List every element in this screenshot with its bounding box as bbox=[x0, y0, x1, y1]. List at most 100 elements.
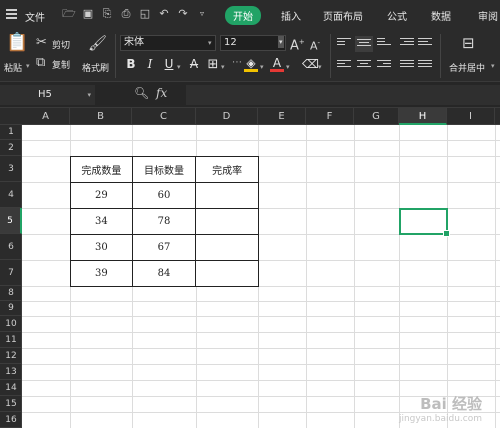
column-header-h[interactable]: H bbox=[399, 108, 447, 125]
font-color-icon[interactable]: A bbox=[270, 57, 284, 72]
cell[interactable] bbox=[195, 182, 259, 209]
more-options-icon[interactable]: ⋯ bbox=[230, 57, 244, 68]
undo-icon[interactable]: ↶ bbox=[157, 7, 171, 21]
row-header-5[interactable]: 5 bbox=[0, 208, 22, 234]
row-header-12[interactable]: 12 bbox=[0, 348, 22, 364]
font-size-select[interactable]: 12 bbox=[220, 35, 286, 51]
tab-formulas[interactable]: 公式 bbox=[387, 8, 407, 23]
selected-cell-h5[interactable] bbox=[399, 208, 450, 237]
header-cell-completed[interactable]: 完成数量 bbox=[70, 156, 133, 183]
column-header-b[interactable]: B bbox=[70, 108, 132, 125]
paste-button[interactable]: 粘贴 bbox=[4, 61, 22, 74]
underline-dropdown-icon[interactable]: ▾ bbox=[177, 63, 181, 71]
tab-insert[interactable]: 插入 bbox=[281, 8, 301, 23]
preview-icon[interactable]: ◱ bbox=[138, 7, 152, 21]
increase-indent-icon[interactable] bbox=[418, 38, 432, 50]
cell[interactable] bbox=[195, 208, 259, 235]
formula-input[interactable] bbox=[186, 85, 500, 105]
border-icon[interactable]: ⊞ bbox=[206, 57, 220, 72]
export-icon[interactable]: ⎘ bbox=[100, 7, 114, 21]
italic-icon[interactable]: I bbox=[143, 57, 157, 71]
row-header-7[interactable]: 7 bbox=[0, 260, 22, 286]
row-header-9[interactable]: 9 bbox=[0, 301, 22, 316]
font-name-dropdown-icon[interactable]: ▾ bbox=[208, 39, 212, 47]
decrease-font-icon[interactable]: A- bbox=[310, 36, 320, 54]
strikethrough-icon[interactable]: A bbox=[187, 57, 201, 71]
column-header-g[interactable]: G bbox=[354, 108, 399, 125]
increase-font-icon[interactable]: A+ bbox=[290, 35, 305, 53]
format-painter-icon[interactable]: 🖌 bbox=[88, 36, 107, 51]
merge-center-button[interactable]: 合并居中 bbox=[449, 61, 485, 74]
row-header-10[interactable]: 10 bbox=[0, 316, 22, 332]
clear-dropdown-icon[interactable]: ▾ bbox=[318, 63, 322, 71]
cell[interactable]: 67 bbox=[131, 234, 197, 261]
column-header-e[interactable]: E bbox=[258, 108, 306, 125]
row-header-15[interactable]: 15 bbox=[0, 396, 22, 412]
decrease-indent-icon[interactable] bbox=[400, 38, 414, 50]
distributed-align-icon[interactable] bbox=[418, 60, 432, 72]
align-top-icon[interactable] bbox=[337, 38, 351, 50]
row-header-6[interactable]: 6 bbox=[0, 234, 22, 260]
redo-icon[interactable]: ↷ bbox=[176, 7, 190, 21]
header-cell-rate[interactable]: 完成率 bbox=[195, 156, 259, 183]
cell[interactable] bbox=[195, 234, 259, 261]
worksheet[interactable]: 完成数量 目标数量 完成率 29 60 34 78 30 67 39 84 Ba… bbox=[22, 125, 500, 428]
row-header-1[interactable]: 1 bbox=[0, 125, 22, 140]
copy-button[interactable]: 复制 bbox=[52, 58, 70, 71]
paste-icon[interactable]: 📋 bbox=[6, 34, 28, 52]
cell[interactable]: 84 bbox=[131, 260, 197, 287]
customize-quick-access-icon[interactable]: ▿ bbox=[195, 7, 209, 21]
clear-format-icon[interactable]: ⌫ bbox=[302, 57, 319, 71]
cell[interactable]: 34 bbox=[70, 208, 133, 235]
align-right-icon[interactable] bbox=[377, 60, 391, 72]
fill-color-dropdown-icon[interactable]: ▾ bbox=[260, 63, 264, 71]
column-header-i[interactable]: I bbox=[447, 108, 495, 125]
cell[interactable]: 39 bbox=[70, 260, 133, 287]
scissors-icon[interactable]: ✂ bbox=[36, 36, 47, 50]
cell[interactable]: 29 bbox=[70, 182, 133, 209]
save-icon[interactable]: ▣ bbox=[81, 7, 95, 21]
row-header-13[interactable]: 13 bbox=[0, 364, 22, 380]
underline-icon[interactable]: U bbox=[162, 57, 176, 71]
name-box[interactable]: H5 ▾ bbox=[0, 85, 95, 105]
column-header-c[interactable]: C bbox=[132, 108, 196, 125]
cell[interactable] bbox=[195, 260, 259, 287]
tab-page-layout[interactable]: 页面布局 bbox=[323, 8, 363, 23]
fill-color-icon[interactable]: ◈ bbox=[244, 57, 258, 72]
cell[interactable]: 30 bbox=[70, 234, 133, 261]
border-dropdown-icon[interactable]: ▾ bbox=[221, 63, 225, 71]
column-header-d[interactable]: D bbox=[196, 108, 258, 125]
file-menu[interactable]: 文件 bbox=[25, 9, 45, 24]
align-center-icon[interactable] bbox=[357, 60, 371, 72]
format-painter-button[interactable]: 格式刷 bbox=[82, 61, 109, 74]
row-header-2[interactable]: 2 bbox=[0, 140, 22, 156]
tab-data[interactable]: 数据 bbox=[431, 8, 451, 23]
font-color-dropdown-icon[interactable]: ▾ bbox=[286, 63, 290, 71]
open-folder-icon[interactable]: 🗁 bbox=[62, 7, 76, 21]
column-header-f[interactable]: F bbox=[306, 108, 354, 125]
column-header-a[interactable]: A bbox=[22, 108, 70, 125]
row-header-3[interactable]: 3 bbox=[0, 156, 22, 182]
cell[interactable]: 78 bbox=[131, 208, 197, 235]
row-header-14[interactable]: 14 bbox=[0, 380, 22, 396]
tab-review[interactable]: 审阅 bbox=[478, 8, 498, 23]
merge-center-icon[interactable]: ⊟ bbox=[462, 36, 475, 51]
font-size-dropdown-icon[interactable]: ▾ bbox=[278, 36, 284, 48]
cell[interactable]: 60 bbox=[131, 182, 197, 209]
cut-button[interactable]: 剪切 bbox=[52, 38, 70, 51]
fx-icon[interactable]: fx bbox=[156, 86, 167, 100]
zoom-icon[interactable]: 🔍︎ bbox=[134, 86, 149, 100]
copy-icon[interactable]: ⧉ bbox=[36, 56, 45, 70]
align-bottom-icon[interactable] bbox=[377, 38, 391, 50]
paste-dropdown-icon[interactable]: ▾ bbox=[26, 62, 30, 70]
row-header-4[interactable]: 4 bbox=[0, 182, 22, 208]
font-name-select[interactable]: 宋体 bbox=[120, 35, 216, 51]
row-header-8[interactable]: 8 bbox=[0, 286, 22, 301]
menu-icon[interactable] bbox=[6, 9, 17, 19]
tab-home[interactable]: 开始 bbox=[225, 6, 261, 25]
print-icon[interactable]: ⎙ bbox=[119, 7, 133, 21]
name-box-dropdown-icon[interactable]: ▾ bbox=[87, 85, 91, 105]
row-header-16[interactable]: 16 bbox=[0, 412, 22, 428]
align-middle-icon[interactable] bbox=[355, 36, 373, 52]
align-left-icon[interactable] bbox=[337, 60, 351, 72]
